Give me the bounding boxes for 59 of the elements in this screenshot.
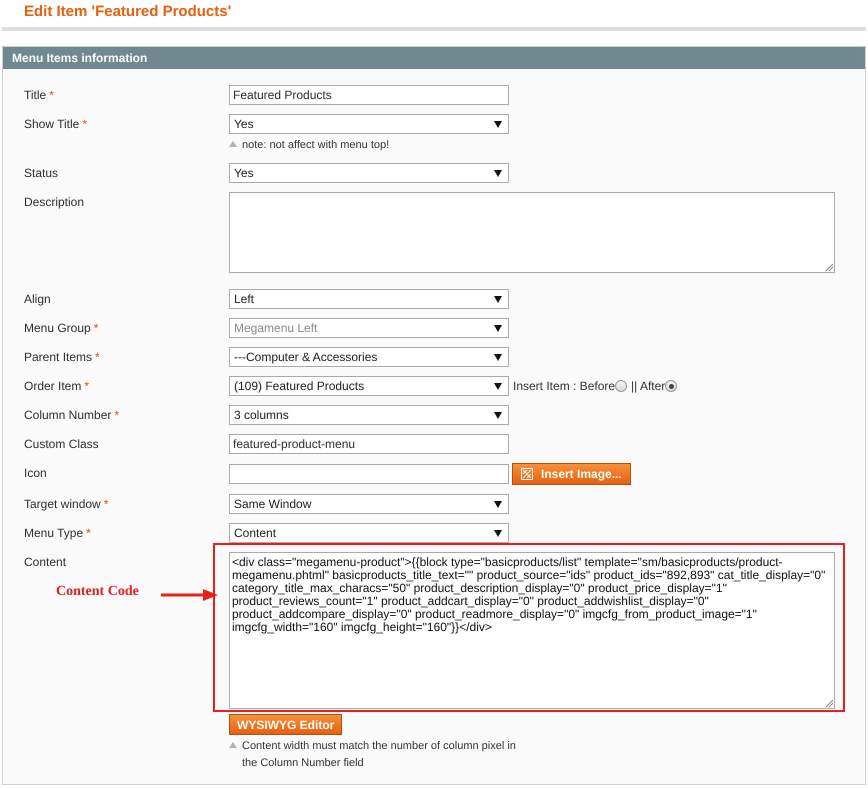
page-title: Edit Item 'Featured Products' [23,2,232,22]
arrow-icon [161,588,219,602]
field-label: Description [24,195,84,209]
note-icon [229,141,237,147]
field-label: Content [24,555,66,569]
field-label: Show Title [24,117,80,131]
field-label: Title [24,88,46,102]
text-field[interactable]: Featured Products [229,85,509,105]
caret-icon [494,324,502,332]
field-label: Menu Type [24,526,84,540]
caret-icon [494,412,502,418]
field-label: Icon [24,466,47,480]
required-mark: * [86,526,91,540]
field-label: Parent Items [24,350,92,364]
dropdown[interactable]: Yes [229,163,509,183]
resize-grip-icon[interactable] [825,263,833,271]
field-note: Content width must match the number of column pixel in the Column Number field [242,739,517,771]
caret-icon [494,296,502,302]
caret-icon [494,354,502,360]
caret-icon [494,120,502,128]
radio-button[interactable] [665,380,678,392]
field-label: Align [24,292,51,306]
required-mark: * [94,321,98,335]
caret-icon [494,530,502,536]
code-textarea[interactable]: <div class="megamenu-product">{{block type="basicproducts/list" template="sm/basicproducts/product-megamenu.phtml" basicproducts_title_text="" product_source="ids" product_ids="892,893" cat_title_display="0" category_title_max_characs="50" product_description_display="0" product_price_display="1" product_reviews_count="1" product_addcart_display="0" product_addwishlist_display="0" product_addcompare_display="0" product_readmore_display="0" imgcfg_from_product_image="1" imgcfg_width="160" imgcfg_height="160"}}</div> [229,552,835,709]
field-label: Status [24,166,58,180]
field-label: Order Item [24,379,82,393]
caret-icon [494,500,502,508]
required-mark: * [49,88,54,102]
text-field[interactable] [229,464,509,484]
field-label: Target window [24,497,101,511]
note-icon [229,742,237,748]
textarea-field[interactable] [229,192,835,273]
text-field[interactable]: featured-product-menu [229,434,509,454]
dropdown[interactable]: Content [229,523,509,543]
dropdown[interactable]: (109) Featured Products [229,376,509,396]
dropdown[interactable]: 3 columns [229,405,509,425]
required-mark: * [95,350,100,364]
field-note: note: not affect with menu top! [242,138,390,153]
image-icon [521,468,533,480]
required-mark: * [82,117,88,131]
dropdown[interactable]: Same Window [229,494,509,514]
dropdown[interactable]: Yes [229,114,509,134]
field-label: Menu Group [24,321,91,335]
panel-header: Menu Items information [3,47,865,69]
resize-grip-icon[interactable] [825,699,833,707]
required-mark: * [104,497,108,511]
field-label: Custom Class [24,437,99,451]
required-mark: * [84,379,90,393]
required-mark: * [114,408,120,422]
radio-label: || After [631,379,666,393]
radio-button[interactable] [615,380,628,392]
caret-icon [494,170,502,176]
caret-icon [494,382,502,390]
annotation-label: Content Code [56,584,139,600]
dropdown[interactable]: ---Computer & Accessories [229,347,509,367]
dropdown[interactable]: Left [229,289,509,309]
radio-label: Insert Item : Before [513,379,616,393]
field-label: Column Number [24,408,112,422]
